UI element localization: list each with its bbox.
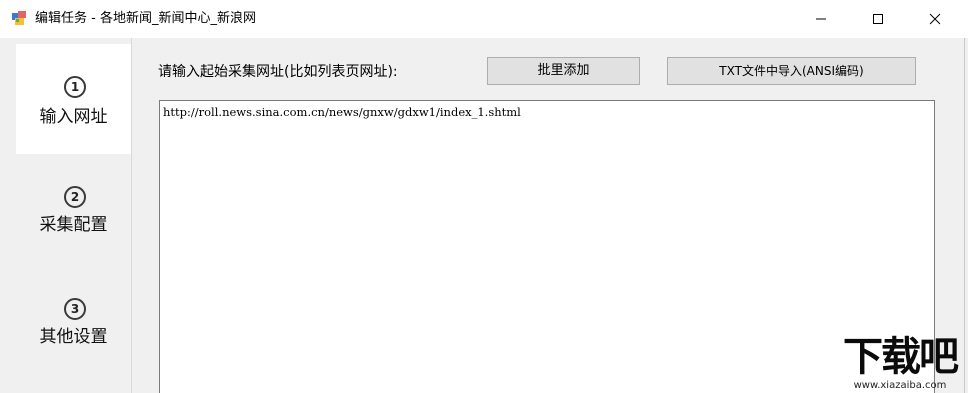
step-3-label: 其他设置 — [39, 327, 108, 347]
step-enter-url[interactable]: 1 输入网址 — [16, 44, 132, 154]
start-url-textarea[interactable]: http://roll.news.sina.com.cn/news/gnxw/g… — [159, 100, 935, 393]
step-2-number-icon: 2 — [64, 186, 86, 208]
import-txt-button[interactable]: TXT文件中导入(ANSI编码) — [667, 57, 916, 85]
window-title: 编辑任务 - 各地新闻_新闻中心_新浪网 — [35, 11, 256, 26]
maximize-button[interactable] — [855, 0, 901, 38]
step-1-number-icon: 1 — [64, 76, 86, 98]
dialog-body: 1 输入网址 2 采集配置 3 其他设置 请输入起始采集网址(比如列表页网址):… — [0, 38, 968, 393]
step-navigation: 1 输入网址 2 采集配置 3 其他设置 — [16, 44, 132, 393]
batch-add-button[interactable]: 批里添加 — [487, 57, 640, 85]
minimize-icon — [815, 10, 827, 29]
watermark-url: www.xiazaiba.com — [853, 380, 947, 391]
start-url-value: http://roll.news.sina.com.cn/news/gnxw/g… — [163, 105, 521, 119]
step-3-number-icon: 3 — [64, 298, 86, 320]
title-bar: 编辑任务 - 各地新闻_新闻中心_新浪网 — [0, 0, 968, 38]
start-url-prompt: 请输入起始采集网址(比如列表页网址): — [158, 64, 398, 80]
step-other-settings[interactable]: 3 其他设置 — [16, 268, 131, 378]
watermark-logo: 下载吧 — [843, 334, 959, 380]
close-button[interactable] — [912, 0, 958, 38]
close-icon — [929, 10, 941, 29]
xiazaiba-watermark: 下载吧 www.xiazaiba.com — [832, 335, 968, 393]
minimize-button[interactable] — [798, 0, 844, 38]
maximize-icon — [872, 10, 884, 29]
app-window-icon[interactable] — [11, 10, 27, 26]
step-collect-config[interactable]: 2 采集配置 — [16, 156, 131, 266]
steps-divider — [131, 38, 132, 393]
step-2-label: 采集配置 — [39, 215, 108, 235]
step-1-label: 输入网址 — [39, 107, 108, 127]
